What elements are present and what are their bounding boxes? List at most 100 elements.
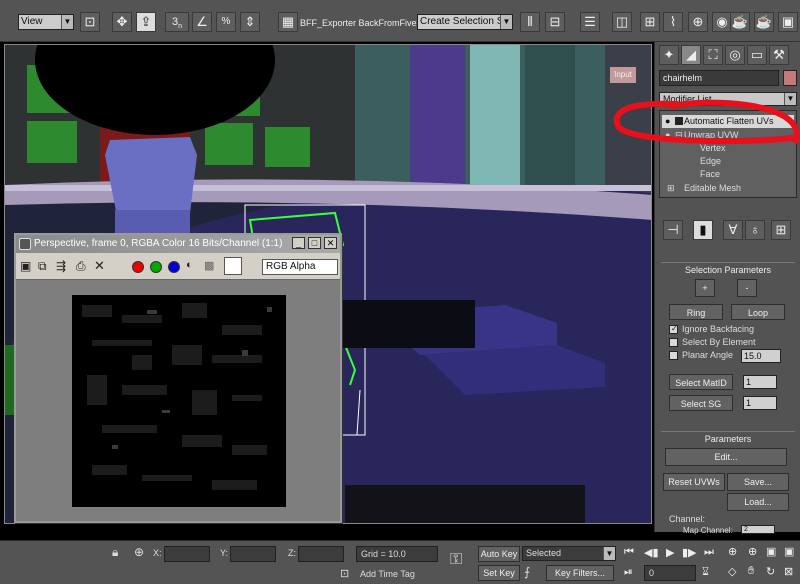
angle-snap-icon[interactable]: ∠ — [192, 12, 212, 32]
snap-3d-icon[interactable]: 3n — [165, 12, 189, 32]
play-icon[interactable]: ▶ — [666, 546, 674, 559]
schematic-view-icon[interactable]: ⊞ — [640, 12, 660, 32]
lock-icon[interactable]: 🔒︎ — [112, 545, 118, 560]
motion-tab-icon[interactable]: ◎ — [725, 45, 745, 65]
channel-display-dropdown[interactable]: RGB Alpha — [262, 259, 338, 275]
utilities-tab-icon[interactable]: ⚒ — [769, 45, 789, 65]
blue-channel-icon[interactable] — [168, 261, 180, 273]
x-coordinate-field[interactable] — [164, 546, 210, 562]
graph-editor-icon[interactable]: ⌇ — [663, 12, 683, 32]
save-button[interactable]: Save... — [727, 473, 789, 491]
pin-stack-icon[interactable]: ⊣ — [663, 220, 683, 240]
stack-item-edge[interactable]: Edge — [700, 156, 721, 166]
object-color-swatch[interactable] — [783, 70, 797, 86]
color-swatch[interactable] — [224, 257, 242, 275]
modify-tab-icon[interactable]: ◢ — [681, 45, 701, 65]
select-by-element-checkbox[interactable] — [669, 338, 678, 347]
auto-key-button[interactable]: Auto Key — [478, 546, 520, 562]
go-to-end-icon[interactable]: ⏭ — [704, 546, 714, 559]
previous-frame-icon[interactable]: ◀▮ — [644, 546, 659, 559]
select-move-icon[interactable]: ✥ — [112, 12, 132, 32]
display-tab-icon[interactable]: ▭ — [747, 45, 767, 65]
close-icon[interactable]: ✕ — [324, 237, 337, 249]
zoom-extents-icon[interactable]: ▣ — [766, 545, 776, 558]
mirror-icon[interactable]: ⫴ — [520, 12, 540, 32]
map-channel-spinner[interactable]: 2 — [741, 525, 775, 534]
quick-render-icon[interactable]: ☕ — [754, 12, 774, 32]
planar-angle-checkbox[interactable] — [669, 351, 678, 360]
sg-spinner[interactable]: 1 — [743, 396, 777, 410]
planar-angle-spinner[interactable]: 15.0 — [741, 349, 781, 363]
next-frame-icon[interactable]: ▮▶ — [682, 546, 697, 559]
key-filters-button[interactable]: Key Filters... — [546, 565, 614, 581]
select-manipulate-icon[interactable]: ⇪ — [136, 12, 156, 32]
spinner-snap-icon[interactable]: ⇕ — [240, 12, 260, 32]
show-end-result-icon[interactable]: ▮ — [693, 220, 713, 240]
percent-snap-icon[interactable]: % — [216, 12, 236, 32]
map-channel-label[interactable]: Map Channel: — [683, 526, 733, 535]
green-channel-icon[interactable] — [150, 261, 162, 273]
save-image-icon[interactable]: ▣ — [20, 259, 31, 273]
grow-selection-button[interactable]: + — [695, 279, 715, 297]
align-icon[interactable]: ⊟ — [545, 12, 565, 32]
matid-spinner[interactable]: 1 — [743, 375, 777, 389]
teapot-render-icon[interactable]: ☕ — [730, 12, 750, 32]
layer-manager-icon[interactable]: ☰ — [580, 12, 600, 32]
maximize-viewport-icon[interactable]: ⊠ — [784, 565, 793, 578]
clear-icon[interactable]: ✕ — [94, 258, 105, 274]
zoom-icon[interactable]: ⊕ — [728, 545, 737, 558]
remove-modifier-icon[interactable]: ♁ — [745, 220, 765, 240]
render-frame-icon[interactable]: ▣ — [778, 12, 798, 32]
key-mode-toggle-icon[interactable]: ⏯ — [624, 566, 633, 579]
key-mode-dropdown[interactable]: Selected ▼ — [522, 546, 616, 561]
material-editor-icon[interactable]: ⊕ — [688, 12, 708, 32]
configure-sets-icon[interactable]: ⊞ — [771, 220, 791, 240]
selection-set-dropdown[interactable]: Create Selection Se ▼ — [417, 14, 513, 30]
absolute-mode-icon[interactable]: ⊕ — [134, 545, 144, 559]
stack-item-editable-mesh[interactable]: ⊞ Editable Mesh — [662, 182, 794, 195]
edit-button[interactable]: Edit... — [665, 448, 787, 466]
go-to-start-icon[interactable]: ⏮ — [624, 546, 634, 559]
minimize-icon[interactable]: _ — [292, 237, 305, 249]
rendered-uv-image[interactable] — [72, 295, 286, 507]
shrink-selection-button[interactable]: - — [737, 279, 757, 297]
set-key-button[interactable]: Set Key — [478, 565, 520, 581]
current-frame-field[interactable]: 0 — [644, 565, 696, 581]
red-channel-icon[interactable] — [132, 261, 144, 273]
select-sg-button[interactable]: Select SG — [669, 395, 733, 411]
create-tab-icon[interactable]: ✦ — [659, 45, 679, 65]
add-time-tag-button[interactable]: Add Time Tag — [360, 569, 415, 579]
alpha-channel-icon[interactable]: ◐ — [186, 259, 193, 271]
make-unique-icon[interactable]: ∀ — [723, 220, 743, 240]
render-setup-icon[interactable]: ◉ — [712, 12, 732, 32]
expand-plus-icon[interactable]: ⊞ — [667, 182, 675, 195]
y-coordinate-field[interactable] — [230, 546, 276, 562]
key-icon[interactable]: ⚿ — [450, 551, 462, 569]
copy-image-icon[interactable]: ⧉ — [38, 259, 47, 274]
view-dropdown[interactable]: View ▼ — [18, 14, 74, 30]
checker-icon[interactable]: ▦ — [278, 12, 298, 32]
exporter-label[interactable]: BFF_Exporter BackFromFive — [300, 18, 417, 28]
clone-window-icon[interactable]: ⇶ — [56, 259, 66, 273]
object-name-field[interactable]: chairhelm — [659, 70, 779, 86]
hierarchy-tab-icon[interactable]: ⛶ — [703, 45, 723, 65]
time-tag-icon[interactable]: ⊡ — [340, 567, 349, 580]
z-coordinate-field[interactable] — [298, 546, 344, 562]
time-configuration-icon[interactable]: ⌛︎ — [702, 566, 709, 579]
selection-parameters-title[interactable]: Selection Parameters — [661, 262, 795, 276]
default-in-out-tangents-icon[interactable]: ⨍ — [524, 565, 530, 579]
curve-editor-icon[interactable]: ◫ — [612, 12, 632, 32]
monochrome-icon[interactable]: ▩ — [204, 259, 214, 272]
load-button[interactable]: Load... — [727, 493, 789, 511]
orbit-icon[interactable]: ↻ — [766, 565, 775, 578]
reset-uvws-button[interactable]: Reset UVWs — [663, 473, 725, 491]
maximize-icon[interactable]: □ — [308, 237, 321, 249]
pan-icon[interactable]: ✋︎ — [748, 565, 754, 578]
stack-item-face[interactable]: Face — [700, 169, 720, 179]
zoom-all-icon[interactable]: ⊕ — [748, 545, 757, 558]
ignore-backfacing-checkbox[interactable]: ✓ — [669, 324, 678, 334]
field-of-view-icon[interactable]: ◇ — [728, 565, 736, 578]
zoom-extents-all-icon[interactable]: ▣ — [784, 545, 794, 558]
loop-button[interactable]: Loop — [731, 304, 785, 320]
select-matid-button[interactable]: Select MatID — [669, 374, 733, 390]
